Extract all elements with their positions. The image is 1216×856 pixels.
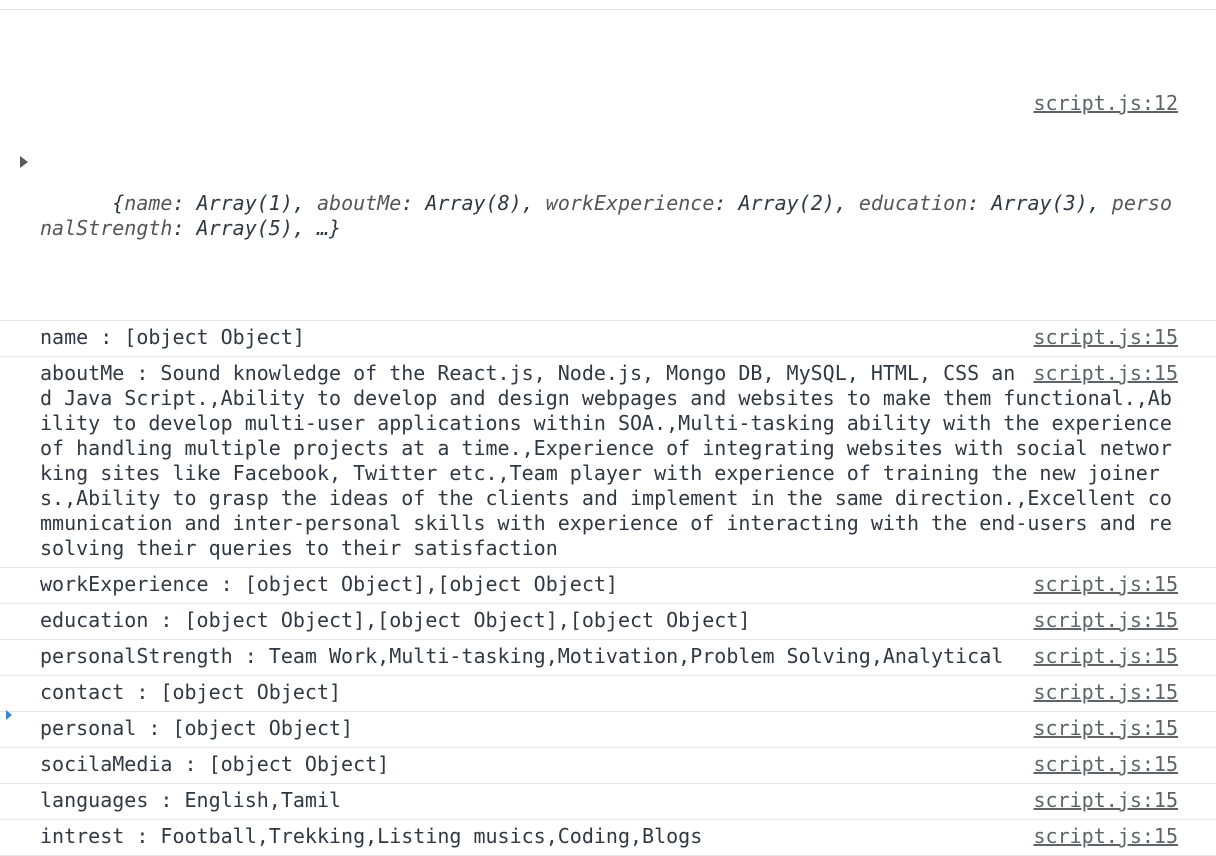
- object-value: Array(5): [196, 216, 293, 240]
- log-text: intrest : Football,Trekking,Listing musi…: [40, 824, 703, 848]
- object-value: Array(3): [991, 191, 1088, 215]
- source-link[interactable]: script.js:15: [1034, 608, 1179, 633]
- object-value: Array(2): [738, 191, 835, 215]
- source-link[interactable]: script.js:15: [1034, 788, 1179, 813]
- console-log-message: script.js:15 name : [object Object]: [0, 321, 1216, 357]
- source-link[interactable]: script.js:15: [1034, 680, 1179, 705]
- log-text: workExperience : [object Object],[object…: [40, 572, 618, 596]
- source-link[interactable]: script.js:15: [1034, 752, 1179, 777]
- object-key: name: [124, 191, 173, 215]
- log-text: personalStrength : Team Work,Multi-taski…: [40, 644, 1004, 668]
- source-link[interactable]: script.js:12: [1034, 91, 1179, 115]
- source-link[interactable]: script.js:15: [1034, 325, 1179, 350]
- log-text: socilaMedia : [object Object]: [40, 752, 390, 776]
- console-log-message: script.js:15 aboutMe : Sound knowledge of…: [0, 357, 1216, 568]
- object-summary-text: {name: Array(1), aboutMe: Array(8), work…: [40, 191, 1172, 240]
- console-log-message: script.js:15 socilaMedia : [object Object…: [0, 748, 1216, 784]
- log-text: aboutMe : Sound knowledge of the React.j…: [40, 361, 1184, 560]
- console-top-divider: [0, 0, 1216, 10]
- prompt-caret-icon: [6, 710, 12, 720]
- source-link[interactable]: script.js:15: [1034, 824, 1179, 849]
- console-message-list: script.js:15 name : [object Object] script…: [0, 321, 1216, 856]
- object-value: Array(1): [196, 191, 293, 215]
- object-value: Array(8): [425, 191, 522, 215]
- console-log-message: script.js:15 personal : [object Object]: [0, 712, 1216, 748]
- object-key: aboutMe: [316, 191, 402, 215]
- triangle-right-icon[interactable]: [20, 156, 28, 168]
- console-log-message: script.js:15 contact : [object Object]: [0, 676, 1216, 712]
- log-text: languages : English,Tamil: [40, 788, 342, 812]
- source-link[interactable]: script.js:15: [1034, 644, 1179, 669]
- console-log-message: script.js:15 education : [object Object],…: [0, 604, 1216, 640]
- console-panel: script.js:12 {name: Array(1), aboutMe: A…: [0, 0, 1216, 856]
- console-log-message: script.js:15 languages : English,Tamil: [0, 784, 1216, 820]
- log-text: contact : [object Object]: [40, 680, 342, 704]
- object-source-row: script.js:12: [40, 66, 1179, 115]
- log-text: education : [object Object],[object Obje…: [40, 608, 751, 632]
- console-object-message: script.js:12 {name: Array(1), aboutMe: A…: [0, 10, 1216, 321]
- source-link[interactable]: script.js:15: [1034, 572, 1179, 597]
- log-text: personal : [object Object]: [40, 716, 354, 740]
- source-link[interactable]: script.js:15: [1034, 716, 1179, 741]
- console-log-message: script.js:15 workExperience : [object Obj…: [0, 568, 1216, 604]
- console-log-message: script.js:15 intrest : Football,Trekking,…: [0, 820, 1216, 856]
- object-key: education: [858, 191, 968, 215]
- log-text: name : [object Object]: [40, 325, 305, 349]
- object-key: workExperience: [545, 191, 715, 215]
- console-log-message: script.js:15 personalStrength : Team Work…: [0, 640, 1216, 676]
- console-prompt[interactable]: [6, 710, 12, 722]
- object-summary[interactable]: {name: Array(1), aboutMe: Array(8), work…: [18, 141, 1178, 266]
- source-link[interactable]: script.js:15: [1034, 361, 1179, 386]
